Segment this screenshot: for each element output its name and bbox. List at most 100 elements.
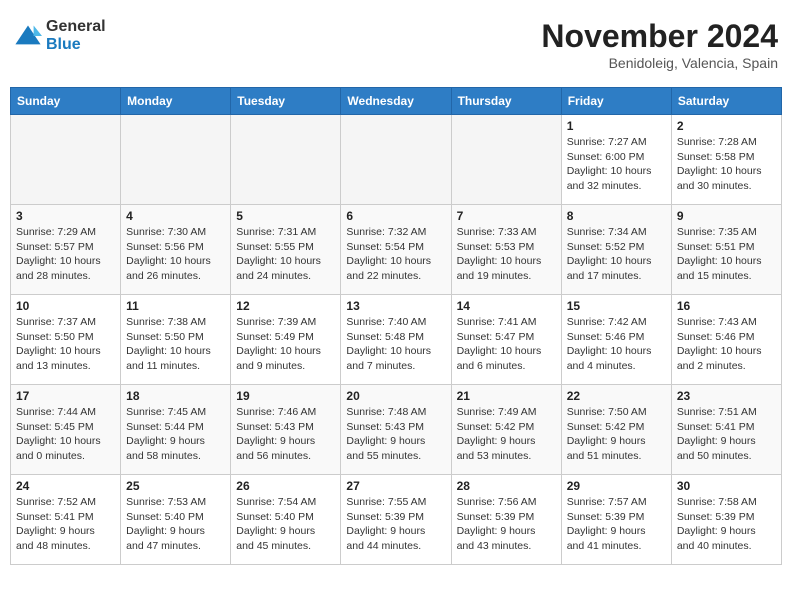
day-number: 23 — [677, 389, 776, 403]
logo: General Blue — [14, 18, 106, 53]
calendar-cell: 1 Sunrise: 7:27 AMSunset: 6:00 PMDaylight… — [561, 115, 671, 205]
day-info: Sunrise: 7:45 AMSunset: 5:44 PMDaylight:… — [126, 405, 225, 464]
day-number: 26 — [236, 479, 335, 493]
calendar-body: 1 Sunrise: 7:27 AMSunset: 6:00 PMDaylight… — [11, 115, 782, 565]
day-number: 28 — [457, 479, 556, 493]
calendar-cell: 6 Sunrise: 7:32 AMSunset: 5:54 PMDaylight… — [341, 205, 451, 295]
day-number: 15 — [567, 299, 666, 313]
calendar-cell: 20Sunrise: 7:48 AMSunset: 5:43 PMDayligh… — [341, 385, 451, 475]
title-area: November 2024 Benidoleig, Valencia, Spai… — [541, 18, 778, 71]
day-number: 9 — [677, 209, 776, 223]
day-info: Sunrise: 7:56 AMSunset: 5:39 PMDaylight:… — [457, 495, 556, 554]
calendar-cell: 15 Sunrise: 7:42 AMSunset: 5:46 PMDayligh… — [561, 295, 671, 385]
calendar-cell: 29Sunrise: 7:57 AMSunset: 5:39 PMDayligh… — [561, 475, 671, 565]
week-row-2: 3 Sunrise: 7:29 AMSunset: 5:57 PMDaylight… — [11, 205, 782, 295]
calendar-cell: 2Sunrise: 7:28 AMSunset: 5:58 PMDaylight… — [671, 115, 781, 205]
week-row-1: 1 Sunrise: 7:27 AMSunset: 6:00 PMDaylight… — [11, 115, 782, 205]
month-title: November 2024 — [541, 18, 778, 55]
day-number: 18 — [126, 389, 225, 403]
day-info: Sunrise: 7:42 AMSunset: 5:46 PMDaylight:… — [567, 315, 666, 374]
day-info: Sunrise: 7:44 AMSunset: 5:45 PMDaylight:… — [16, 405, 115, 464]
logo-general: General — [46, 18, 106, 36]
day-number: 8 — [567, 209, 666, 223]
day-number: 24 — [16, 479, 115, 493]
day-info: Sunrise: 7:27 AMSunset: 6:00 PMDaylight:… — [567, 135, 666, 194]
day-info: Sunrise: 7:51 AMSunset: 5:41 PMDaylight:… — [677, 405, 776, 464]
calendar-cell: 14 Sunrise: 7:41 AMSunset: 5:47 PMDayligh… — [451, 295, 561, 385]
calendar-cell: 10 Sunrise: 7:37 AMSunset: 5:50 PMDayligh… — [11, 295, 121, 385]
day-info: Sunrise: 7:58 AMSunset: 5:39 PMDaylight:… — [677, 495, 776, 554]
calendar-cell: 19Sunrise: 7:46 AMSunset: 5:43 PMDayligh… — [231, 385, 341, 475]
day-number: 12 — [236, 299, 335, 313]
weekday-header-wednesday: Wednesday — [341, 88, 451, 115]
logo-text: General Blue — [46, 18, 106, 53]
day-number: 30 — [677, 479, 776, 493]
calendar-cell: 7 Sunrise: 7:33 AMSunset: 5:53 PMDaylight… — [451, 205, 561, 295]
day-number: 4 — [126, 209, 225, 223]
calendar-cell: 17 Sunrise: 7:44 AMSunset: 5:45 PMDayligh… — [11, 385, 121, 475]
day-info: Sunrise: 7:55 AMSunset: 5:39 PMDaylight:… — [346, 495, 445, 554]
day-info: Sunrise: 7:29 AMSunset: 5:57 PMDaylight:… — [16, 225, 115, 284]
calendar-cell: 30 Sunrise: 7:58 AMSunset: 5:39 PMDayligh… — [671, 475, 781, 565]
day-info: Sunrise: 7:40 AMSunset: 5:48 PMDaylight:… — [346, 315, 445, 374]
calendar-cell: 28 Sunrise: 7:56 AMSunset: 5:39 PMDayligh… — [451, 475, 561, 565]
calendar-cell: 4 Sunrise: 7:30 AMSunset: 5:56 PMDaylight… — [121, 205, 231, 295]
day-number: 5 — [236, 209, 335, 223]
day-info: Sunrise: 7:38 AMSunset: 5:50 PMDaylight:… — [126, 315, 225, 374]
week-row-4: 17 Sunrise: 7:44 AMSunset: 5:45 PMDayligh… — [11, 385, 782, 475]
day-number: 20 — [346, 389, 445, 403]
day-info: Sunrise: 7:41 AMSunset: 5:47 PMDaylight:… — [457, 315, 556, 374]
weekday-header-thursday: Thursday — [451, 88, 561, 115]
calendar-cell: 25Sunrise: 7:53 AMSunset: 5:40 PMDayligh… — [121, 475, 231, 565]
day-info: Sunrise: 7:33 AMSunset: 5:53 PMDaylight:… — [457, 225, 556, 284]
day-info: Sunrise: 7:39 AMSunset: 5:49 PMDaylight:… — [236, 315, 335, 374]
day-info: Sunrise: 7:35 AMSunset: 5:51 PMDaylight:… — [677, 225, 776, 284]
calendar-header: SundayMondayTuesdayWednesdayThursdayFrid… — [11, 88, 782, 115]
calendar-cell: 8Sunrise: 7:34 AMSunset: 5:52 PMDaylight… — [561, 205, 671, 295]
calendar-cell — [231, 115, 341, 205]
day-number: 7 — [457, 209, 556, 223]
day-number: 10 — [16, 299, 115, 313]
calendar-cell: 5 Sunrise: 7:31 AMSunset: 5:55 PMDaylight… — [231, 205, 341, 295]
calendar: SundayMondayTuesdayWednesdayThursdayFrid… — [10, 87, 782, 565]
day-info: Sunrise: 7:28 AMSunset: 5:58 PMDaylight:… — [677, 135, 776, 194]
day-number: 14 — [457, 299, 556, 313]
day-info: Sunrise: 7:50 AMSunset: 5:42 PMDaylight:… — [567, 405, 666, 464]
calendar-cell — [11, 115, 121, 205]
day-number: 1 — [567, 119, 666, 133]
day-info: Sunrise: 7:57 AMSunset: 5:39 PMDaylight:… — [567, 495, 666, 554]
day-number: 6 — [346, 209, 445, 223]
day-info: Sunrise: 7:37 AMSunset: 5:50 PMDaylight:… — [16, 315, 115, 374]
weekday-header-friday: Friday — [561, 88, 671, 115]
day-number: 27 — [346, 479, 445, 493]
calendar-cell: 23 Sunrise: 7:51 AMSunset: 5:41 PMDayligh… — [671, 385, 781, 475]
day-info: Sunrise: 7:53 AMSunset: 5:40 PMDaylight:… — [126, 495, 225, 554]
calendar-cell: 3 Sunrise: 7:29 AMSunset: 5:57 PMDaylight… — [11, 205, 121, 295]
day-info: Sunrise: 7:32 AMSunset: 5:54 PMDaylight:… — [346, 225, 445, 284]
calendar-cell: 22Sunrise: 7:50 AMSunset: 5:42 PMDayligh… — [561, 385, 671, 475]
calendar-cell — [121, 115, 231, 205]
calendar-cell: 24 Sunrise: 7:52 AMSunset: 5:41 PMDayligh… — [11, 475, 121, 565]
calendar-cell: 18 Sunrise: 7:45 AMSunset: 5:44 PMDayligh… — [121, 385, 231, 475]
day-number: 13 — [346, 299, 445, 313]
day-number: 21 — [457, 389, 556, 403]
day-number: 3 — [16, 209, 115, 223]
week-row-3: 10 Sunrise: 7:37 AMSunset: 5:50 PMDayligh… — [11, 295, 782, 385]
calendar-cell — [341, 115, 451, 205]
calendar-cell: 27 Sunrise: 7:55 AMSunset: 5:39 PMDayligh… — [341, 475, 451, 565]
day-number: 17 — [16, 389, 115, 403]
header: General Blue November 2024 Benidoleig, V… — [10, 10, 782, 79]
calendar-cell: 21Sunrise: 7:49 AMSunset: 5:42 PMDayligh… — [451, 385, 561, 475]
calendar-cell: 26Sunrise: 7:54 AMSunset: 5:40 PMDayligh… — [231, 475, 341, 565]
day-info: Sunrise: 7:43 AMSunset: 5:46 PMDaylight:… — [677, 315, 776, 374]
calendar-cell: 11 Sunrise: 7:38 AMSunset: 5:50 PMDayligh… — [121, 295, 231, 385]
day-info: Sunrise: 7:30 AMSunset: 5:56 PMDaylight:… — [126, 225, 225, 284]
day-info: Sunrise: 7:31 AMSunset: 5:55 PMDaylight:… — [236, 225, 335, 284]
calendar-cell — [451, 115, 561, 205]
day-info: Sunrise: 7:46 AMSunset: 5:43 PMDaylight:… — [236, 405, 335, 464]
calendar-cell: 13 Sunrise: 7:40 AMSunset: 5:48 PMDayligh… — [341, 295, 451, 385]
day-info: Sunrise: 7:52 AMSunset: 5:41 PMDaylight:… — [16, 495, 115, 554]
day-number: 11 — [126, 299, 225, 313]
weekday-header-monday: Monday — [121, 88, 231, 115]
weekday-row: SundayMondayTuesdayWednesdayThursdayFrid… — [11, 88, 782, 115]
